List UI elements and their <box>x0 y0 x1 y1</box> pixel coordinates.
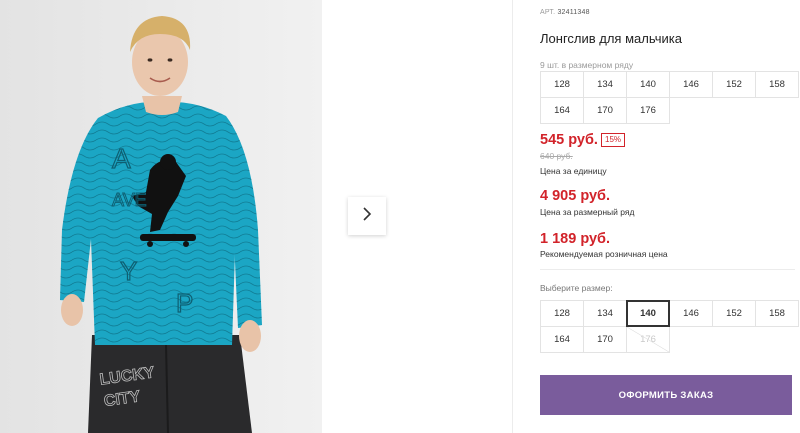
product-photo[interactable]: A AVE Y P LUCKY CITY <box>0 0 322 433</box>
unit-price: 545 руб. <box>540 132 598 148</box>
range-size-cell: 170 <box>583 97 627 124</box>
panel-divider <box>512 0 513 433</box>
size-range-caption: 9 шт. в размерном ряду <box>540 60 634 70</box>
size-option[interactable]: 170 <box>583 326 627 353</box>
range-price: 4 905 руб. <box>540 188 611 204</box>
retail-price-note: Рекомендуемая розничная цена <box>540 249 668 259</box>
range-price-note: Цена за размерный ряд <box>540 207 635 217</box>
size-option[interactable]: 164 <box>540 326 584 353</box>
retail-price: 1 189 руб. <box>540 231 611 247</box>
sku: АРТ. 32411348 <box>540 9 590 16</box>
size-range-grid: 128 134 140 146 152 158 164 170 176 <box>540 71 799 124</box>
size-select-grid: 128 134 140 146 152 158 164 170 176 <box>540 300 799 353</box>
size-option-selected[interactable]: 140 <box>626 300 670 327</box>
old-price: 640 руб. <box>540 151 573 161</box>
size-option[interactable]: 152 <box>712 300 756 327</box>
section-divider <box>540 269 795 270</box>
product-gallery: A AVE Y P LUCKY CITY <box>0 0 420 433</box>
range-size-cell: 158 <box>755 71 799 98</box>
size-select-caption: Выберите размер: <box>540 283 613 293</box>
size-option[interactable]: 146 <box>669 300 713 327</box>
product-title: Лонгслив для мальчика <box>540 31 682 46</box>
svg-text:AVE: AVE <box>112 190 147 210</box>
range-size-cell: 134 <box>583 71 627 98</box>
unit-price-note: Цена за единицу <box>540 166 607 176</box>
range-size-cell: 152 <box>712 71 756 98</box>
range-size-cell: 164 <box>540 97 584 124</box>
size-option[interactable]: 128 <box>540 300 584 327</box>
next-image-button[interactable] <box>348 197 386 235</box>
checkout-button[interactable]: ОФОРМИТЬ ЗАКАЗ <box>540 375 792 415</box>
range-size-cell: 140 <box>626 71 670 98</box>
range-size-cell: 128 <box>540 71 584 98</box>
svg-text:Y: Y <box>120 256 137 286</box>
size-option[interactable]: 134 <box>583 300 627 327</box>
sku-value: 32411348 <box>557 9 590 16</box>
size-option[interactable]: 158 <box>755 300 799 327</box>
range-size-cell: 146 <box>669 71 713 98</box>
svg-text:A: A <box>112 143 131 174</box>
chevron-right-icon <box>362 206 372 226</box>
size-option-unavailable: 176 <box>626 326 670 353</box>
svg-text:P: P <box>176 288 193 318</box>
range-size-cell: 176 <box>626 97 670 124</box>
sku-label: АРТ. <box>540 9 556 16</box>
discount-badge: 15% <box>601 133 626 147</box>
